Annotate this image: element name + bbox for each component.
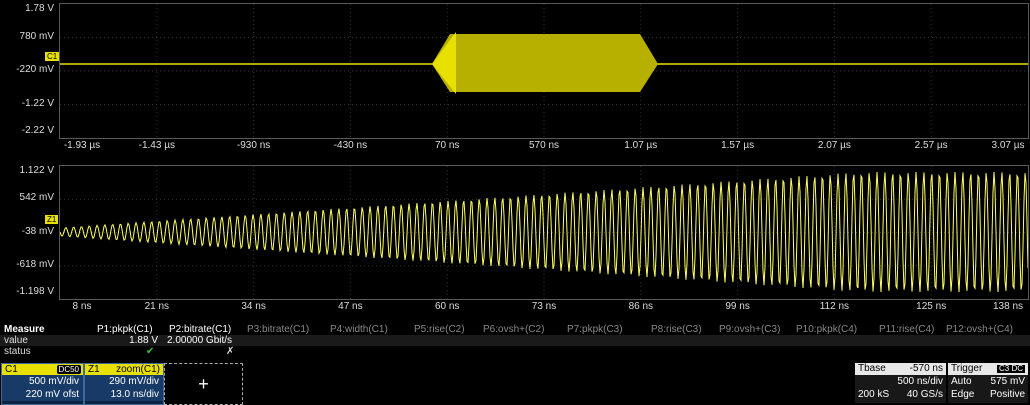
x-tick-label: 73 ns <box>531 301 557 312</box>
z1-name: Z1 <box>88 364 100 375</box>
param-10-label[interactable]: P10:pkpk(C4) <box>796 324 857 335</box>
x-tick-label: -930 ns <box>236 140 271 151</box>
p2-value[interactable]: 2.00000 Gbit/s <box>167 335 232 346</box>
measure-title: Measure <box>4 324 45 335</box>
param-9-label[interactable]: P9:ovsh+(C3) <box>719 324 780 335</box>
param-7-label[interactable]: P7:pkpk(C3) <box>567 324 623 335</box>
param-6-label[interactable]: P6:ovsh+(C2) <box>483 324 544 335</box>
x-tick-label: 34 ns <box>241 301 266 312</box>
x-tick-label: 70 ns <box>434 140 460 151</box>
z1-source: zoom(C1) <box>116 364 160 375</box>
x-tick-label: 3.07 µs <box>991 140 1025 151</box>
x-tick-label: 47 ns <box>338 301 363 312</box>
y-tick-label: -2.22 V <box>21 125 54 136</box>
z1-marker[interactable]: Z1 <box>45 215 59 224</box>
y-tick-label: -618 mV <box>16 258 54 270</box>
param-12-label[interactable]: P12:ovsh+(C4) <box>946 324 1013 335</box>
x-tick-label: 8 ns <box>72 301 92 312</box>
y-tick-label: 542 mV <box>19 192 54 204</box>
y-tick-label: -220 mV <box>16 64 54 75</box>
p1-status-check-icon: ✔ <box>146 346 155 357</box>
status-label: status <box>4 346 31 357</box>
x-tick-label: 125 ns <box>916 301 947 312</box>
x-tick-label: 1.07 µs <box>624 140 658 151</box>
x-tick-label: -1.43 µs <box>138 140 175 151</box>
tbase-delay: -570 ns <box>909 363 943 374</box>
p1-value[interactable]: 1.88 V <box>110 335 158 346</box>
x-tick-label: 60 ns <box>434 301 460 312</box>
y-tick-label: -1.22 V <box>21 97 54 109</box>
trigger-slope: Positive <box>989 389 1025 400</box>
tbase-samples: 200 kS <box>858 389 890 400</box>
tbase-rate: 40 GS/s <box>906 389 943 400</box>
c1-name: C1 <box>5 364 18 375</box>
x-tick-label: 2.57 µs <box>914 140 948 151</box>
x-tick-label: 112 ns <box>819 301 850 312</box>
param-1-label[interactable]: P1:pkpk(C1) <box>97 324 153 335</box>
trigger-title: Trigger <box>951 363 983 374</box>
c1-marker[interactable]: C1 <box>45 52 60 61</box>
param-5-label[interactable]: P5:rise(C2) <box>414 324 465 335</box>
y-tick-label: -1.198 V <box>16 286 54 297</box>
y-tick-label: 780 mV <box>19 30 54 42</box>
x-tick-label: 21 ns <box>144 301 170 312</box>
zoom-waveform-grid[interactable] <box>59 165 1029 300</box>
value-label: value <box>4 335 28 346</box>
x-tick-label: 570 ns <box>528 140 560 151</box>
x-tick-label: -430 ns <box>333 140 368 151</box>
x-tick-label: 99 ns <box>725 301 750 312</box>
c1-vdiv: 500 mV/div <box>2 375 83 388</box>
main-waveform-grid[interactable] <box>59 3 1029 139</box>
zoom-waveform-svg <box>60 166 1028 299</box>
trigger-source: C3 <box>998 364 1010 373</box>
trigger-type: Edge <box>951 389 975 400</box>
trigger-coupling: DC <box>1011 364 1023 373</box>
trigger-box[interactable]: Trigger C3 DC Auto 575 mV Edge Positive <box>948 363 1028 403</box>
param-2-label[interactable]: P2:bitrate(C1) <box>169 324 231 335</box>
p2-status-cross-icon: ✗ <box>226 346 235 357</box>
x-tick-label: 86 ns <box>628 301 654 312</box>
param-8-label[interactable]: P8:rise(C3) <box>651 324 702 335</box>
c1-burst-edge <box>432 32 456 94</box>
y-tick-label: -38 mV <box>21 225 54 237</box>
param-11-label[interactable]: P11:rise(C4) <box>879 324 934 335</box>
param-4-label[interactable]: P4:width(C1) <box>330 324 388 335</box>
c1-coupling-badge: DC50 <box>56 365 81 374</box>
c1-offset: 220 mV ofst <box>2 388 83 401</box>
z1-vdiv: 290 mV/div <box>85 375 163 388</box>
y-tick-label: 1.122 V <box>19 165 54 176</box>
param-3-label[interactable]: P3:bitrate(C1) <box>247 324 309 335</box>
add-trace-button[interactable]: + <box>164 363 243 405</box>
measure-header-row: Measure P1:pkpk(C1) P2:bitrate(C1) P3:bitr… <box>0 324 1030 335</box>
tbase-tdiv: 500 ns/div <box>897 376 943 387</box>
x-tick-label: 138 ns <box>992 301 1024 312</box>
c1-channel-box[interactable]: C1 DC50 500 mV/div 220 mV ofst <box>1 363 84 405</box>
x-tick-label: 1.57 µs <box>721 140 755 151</box>
x-tick-label: -1.93 µs <box>63 140 101 151</box>
z1-channel-box[interactable]: Z1 zoom(C1) 290 mV/div 13.0 ns/div <box>84 363 164 405</box>
tbase-title: Tbase <box>858 363 886 374</box>
c1-burst-envelope <box>432 34 658 92</box>
x-tick-label: 2.07 µs <box>817 140 851 151</box>
measure-table: Measure P1:pkpk(C1) P2:bitrate(C1) P3:bitr… <box>0 324 1030 364</box>
measure-value-row: value 1.88 V 2.00000 Gbit/s <box>0 335 1030 346</box>
main-waveform-svg <box>60 4 1028 138</box>
y-tick-label: 1.78 V <box>25 3 54 14</box>
measure-status-row: status ✔ ✗ <box>0 346 1030 357</box>
trigger-level: 575 mV <box>990 376 1025 387</box>
z1-tdiv: 13.0 ns/div <box>85 388 163 401</box>
trigger-mode: Auto <box>951 376 972 387</box>
timebase-box[interactable]: Tbase -570 ns 500 ns/div 200 kS 40 GS/s <box>855 363 946 403</box>
